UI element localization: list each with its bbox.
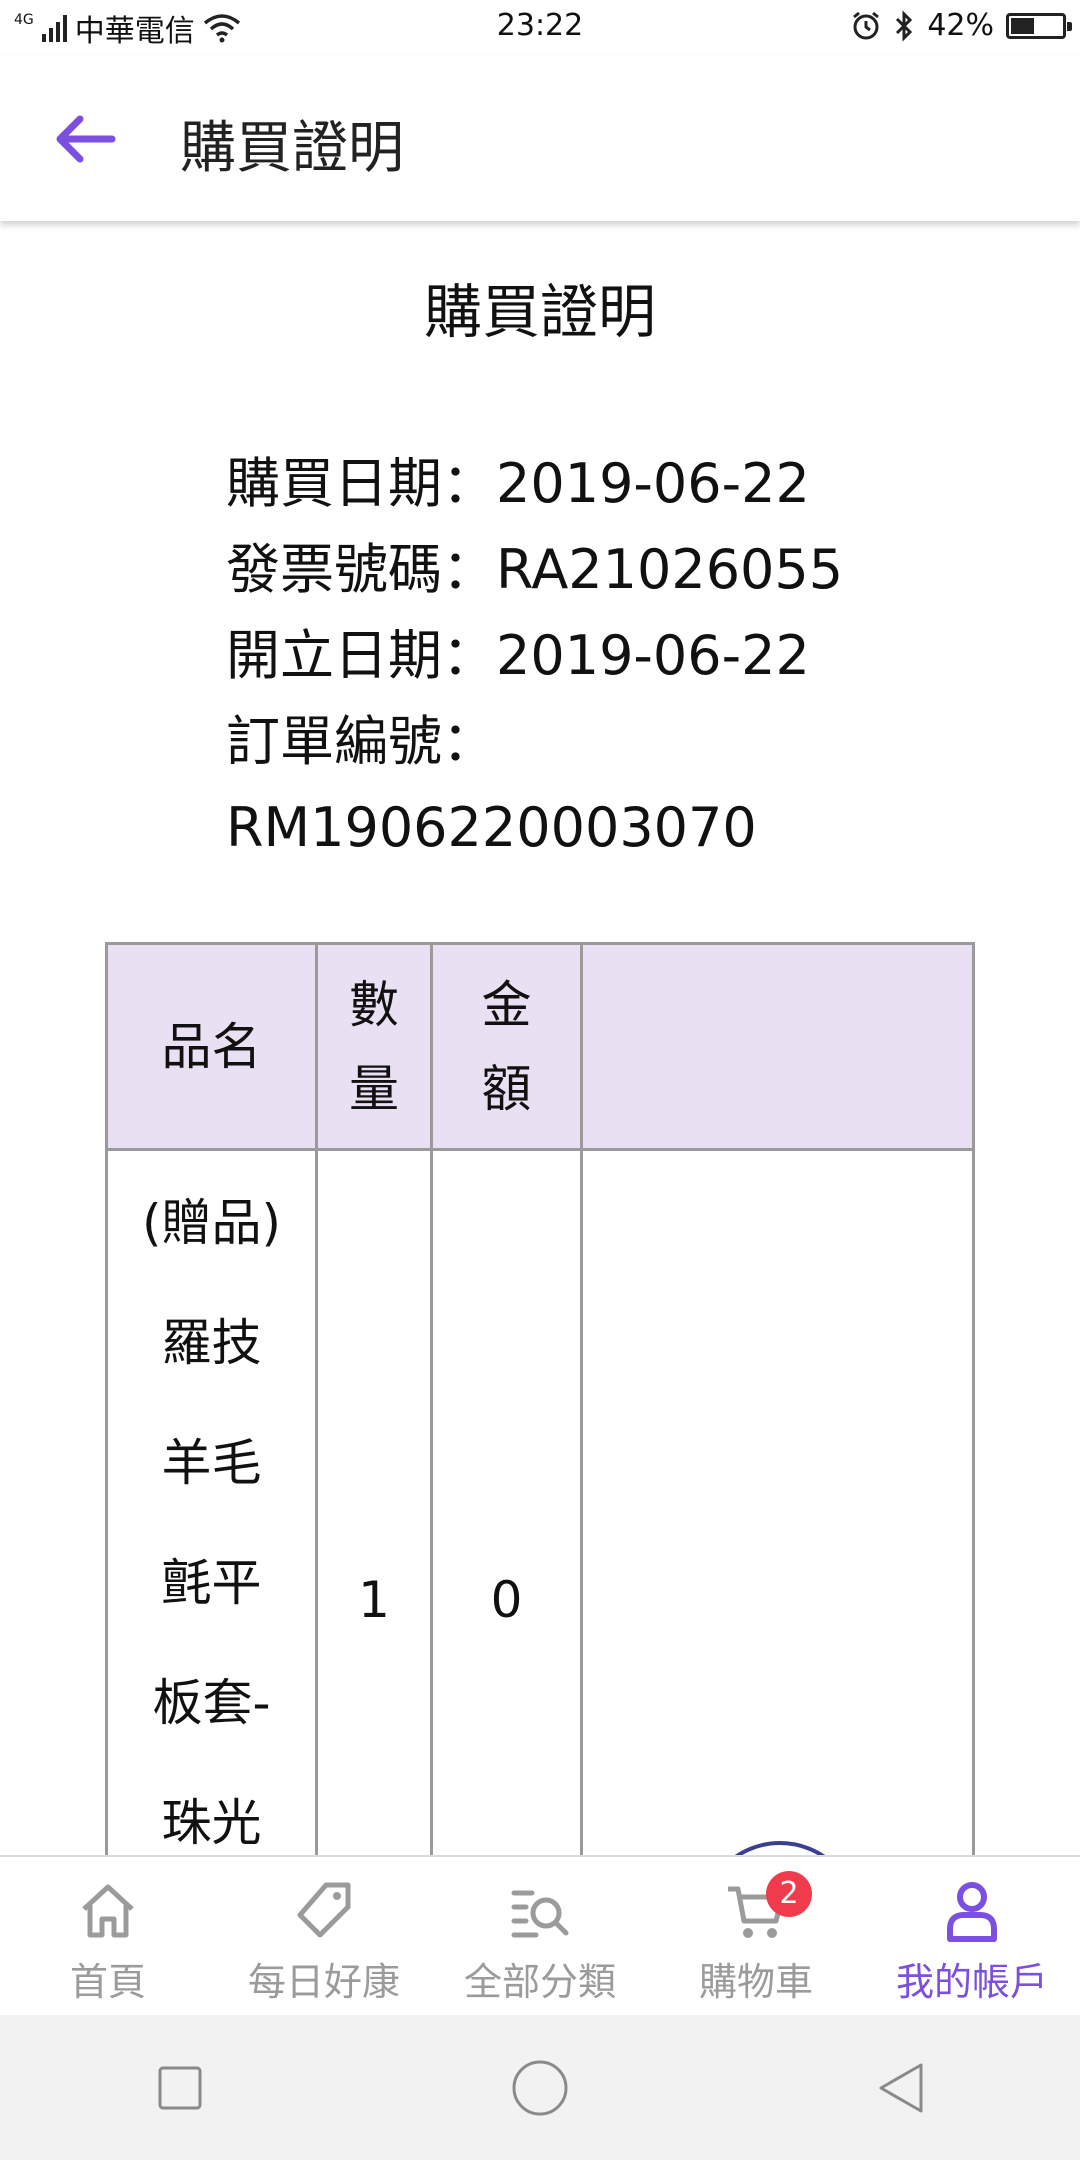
header-amount-line1: 金 <box>481 975 532 1034</box>
issue-date: 開立日期：2019-06-22 <box>226 624 810 687</box>
nav-all-categories[interactable]: 全部分類 <box>432 1857 648 2015</box>
order-number-label: 訂單編號： <box>226 710 496 773</box>
arrow-left-icon <box>56 115 116 163</box>
page-title: 購買證明 <box>180 116 404 181</box>
app-bar: 購買證明 <box>0 56 1080 221</box>
home-icon <box>82 1884 134 1938</box>
name-line: (贈品) <box>141 1194 281 1252</box>
table-header-row: 品名 數 量 金 額 <box>105 942 975 1151</box>
nav-my-account[interactable]: 我的帳戶 <box>864 1857 1080 2015</box>
status-bar: 4G 中華電信 23:22 42% <box>0 0 1080 56</box>
home-system-button[interactable] <box>500 2048 580 2128</box>
battery-percent: 42% <box>927 8 994 43</box>
header-name: 品名 <box>105 942 318 1151</box>
status-right: 42% <box>851 8 1072 43</box>
header-extra <box>580 942 975 1151</box>
bluetooth-icon <box>896 9 913 42</box>
table-row: (贈品) 羅技 羊毛 氈平 板套- 珠光 1 0 <box>105 1148 975 1855</box>
cell-amount: 0 <box>430 1148 583 1855</box>
triangle-back-icon <box>879 2063 923 2112</box>
battery-level <box>1011 17 1034 34</box>
header-qty-line1: 數 <box>349 975 399 1034</box>
header-qty: 數 量 <box>315 942 433 1151</box>
cart-badge: 2 <box>766 1871 812 1917</box>
cell-qty: 1 <box>315 1148 433 1855</box>
header-amount: 金 額 <box>430 942 583 1151</box>
document-title: 購買證明 <box>423 278 656 346</box>
name-line: 羊毛 <box>161 1434 262 1492</box>
header-qty-line2: 量 <box>349 1059 399 1118</box>
recents-button[interactable] <box>140 2048 220 2128</box>
circle-icon <box>512 2060 568 2115</box>
bottom-nav: 首頁 每日好康 全部分類 2 購物車 我的帳戶 <box>0 1855 1080 2015</box>
nav-daily-deals-label: 每日好康 <box>247 1960 400 2004</box>
purchase-date: 購買日期：2019-06-22 <box>226 452 810 515</box>
back-button[interactable] <box>46 104 122 174</box>
nav-all-categories-label: 全部分類 <box>463 1960 616 2004</box>
cell-name: (贈品) 羅技 羊毛 氈平 板套- 珠光 <box>105 1148 318 1855</box>
items-table: 品名 數 量 金 額 (贈品) 羅技 羊毛 氈平 板套- 珠光 1 0 <box>105 942 975 1855</box>
cell-extra <box>580 1148 975 1855</box>
invoice-number: 發票號碼：RA21026055 <box>226 538 844 601</box>
header-amount-line2: 額 <box>481 1059 532 1118</box>
system-nav-bar <box>0 2015 1080 2160</box>
name-line: 羅技 <box>161 1314 262 1372</box>
nav-my-account-label: 我的帳戶 <box>895 1960 1048 2004</box>
name-line: 珠光 <box>161 1794 262 1852</box>
purchase-info: 購買日期：2019-06-22 發票號碼：RA21026055 開立日期：201… <box>226 441 843 871</box>
category-search-icon <box>511 1890 569 1938</box>
battery-icon <box>1006 12 1072 39</box>
alarm-icon <box>853 11 880 39</box>
square-icon <box>158 2066 202 2109</box>
user-icon <box>947 1882 997 1942</box>
nav-home-label: 首頁 <box>69 1960 146 2004</box>
back-system-button[interactable] <box>860 2048 940 2128</box>
purchase-proof-content: 購買證明 購買日期：2019-06-22 發票號碼：RA21026055 開立日… <box>0 221 1080 1855</box>
name-line: 板套- <box>152 1674 271 1732</box>
nav-cart-label: 購物車 <box>698 1960 813 2004</box>
nav-home[interactable]: 首頁 <box>0 1857 216 2015</box>
order-number: RM1906220003070 <box>226 796 757 859</box>
tag-icon <box>297 1882 351 1938</box>
nav-daily-deals[interactable]: 每日好康 <box>216 1857 432 2015</box>
nav-cart[interactable]: 2 購物車 <box>648 1857 864 2015</box>
name-line: 氈平 <box>161 1554 262 1612</box>
